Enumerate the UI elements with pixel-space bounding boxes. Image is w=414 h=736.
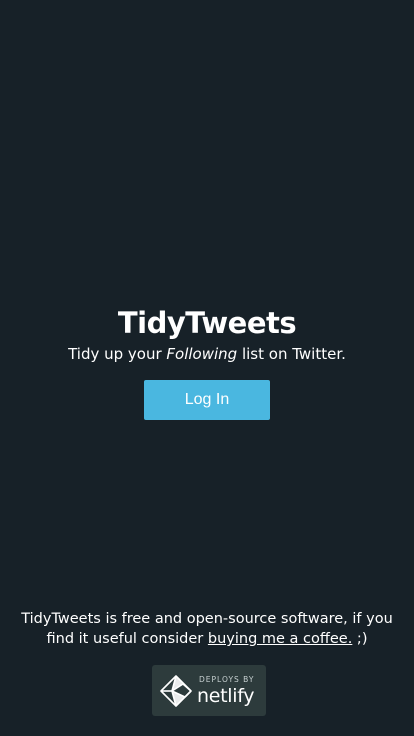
buy-coffee-link[interactable]: buying me a coffee. <box>208 631 352 647</box>
footer-text-end: ;) <box>352 631 368 647</box>
tagline-emphasis: Following <box>166 345 238 363</box>
page: TidyTweets Tidy up your Following list o… <box>0 0 414 736</box>
hero-section: TidyTweets Tidy up your Following list o… <box>0 304 414 420</box>
netlify-wordmark: netlify <box>197 684 255 707</box>
netlify-badge[interactable]: DEPLOYS BY netlify <box>152 665 266 716</box>
login-button[interactable]: Log In <box>144 380 270 420</box>
deploys-by-caption: DEPLOYS BY <box>199 674 255 684</box>
app-title: TidyTweets <box>117 306 297 340</box>
netlify-logo-icon <box>160 674 192 707</box>
tagline-start: Tidy up your <box>68 345 167 363</box>
footer-text: TidyTweets is free and open-source softw… <box>0 609 414 649</box>
tagline-end: list on Twitter. <box>237 345 346 363</box>
tagline: Tidy up your Following list on Twitter. <box>0 344 414 364</box>
netlify-badge-text: DEPLOYS BY netlify <box>197 674 255 707</box>
